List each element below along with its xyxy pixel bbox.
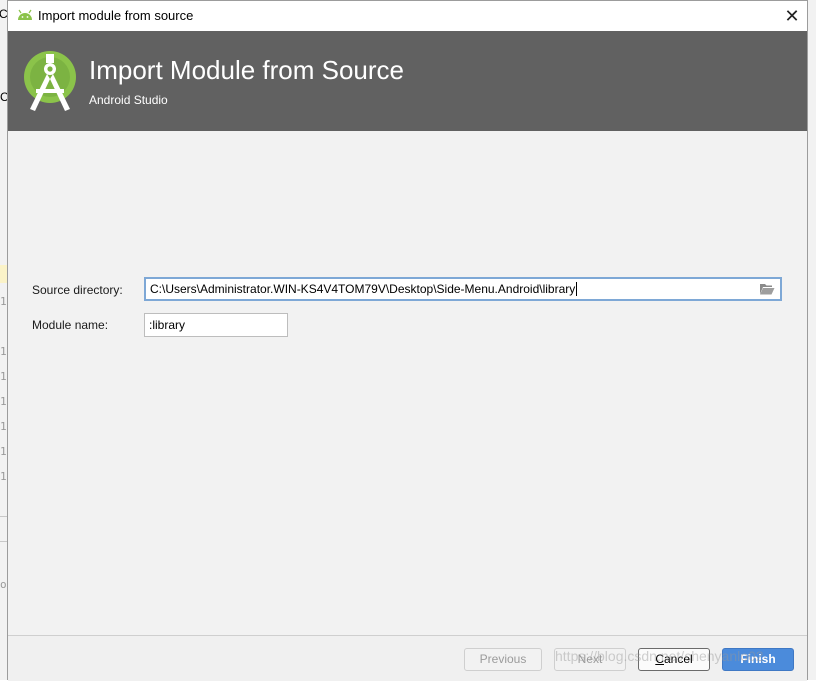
background-text-fragment: o [0,578,7,591]
background-text-fragment: 1 [0,395,7,408]
background-text-fragment: 1 [0,345,7,358]
background-text-fragment: 1 [0,295,7,308]
source-directory-label: Source directory: [32,283,123,297]
close-icon: ✕ [784,5,800,26]
background-text-fragment: 1 [0,420,7,433]
background-text-fragment: 1 [0,470,7,483]
title-bar[interactable]: Import module from source ✕ [8,1,807,31]
next-button[interactable]: Next [554,648,626,671]
cancel-button[interactable]: Cancel [638,648,710,671]
folder-open-icon[interactable] [759,282,775,296]
finish-button[interactable]: Finish [722,648,794,671]
module-name-input[interactable]: :library [144,313,288,337]
module-name-label: Module name: [32,318,109,332]
module-name-value: :library [149,318,186,332]
background-ide-right [808,0,816,689]
text-caret [576,282,578,296]
close-button[interactable]: ✕ [777,1,807,31]
dialog-footer: Previous Next Cancel Finish [8,635,807,681]
source-directory-value: C:\Users\Administrator.WIN-KS4V4TOM79V\D… [150,282,576,296]
background-text-fragment: 1 [0,370,7,383]
background-ide-bottom [0,680,816,689]
dialog-body: Source directory: C:\Users\Administrator… [8,131,807,636]
import-module-dialog: Import module from source ✕ Import Modul… [7,0,808,681]
window-title: Import module from source [38,8,194,23]
android-icon [18,9,32,20]
source-directory-input[interactable]: C:\Users\Administrator.WIN-KS4V4TOM79V\D… [144,277,782,301]
previous-button[interactable]: Previous [464,648,542,671]
dialog-heading: Import Module from Source [89,55,405,85]
dialog-subheading: Android Studio [89,93,168,107]
android-studio-logo-icon [24,51,76,111]
dialog-header: Import Module from Source Android Studio [8,31,807,131]
background-text-fragment: 1 [0,445,7,458]
